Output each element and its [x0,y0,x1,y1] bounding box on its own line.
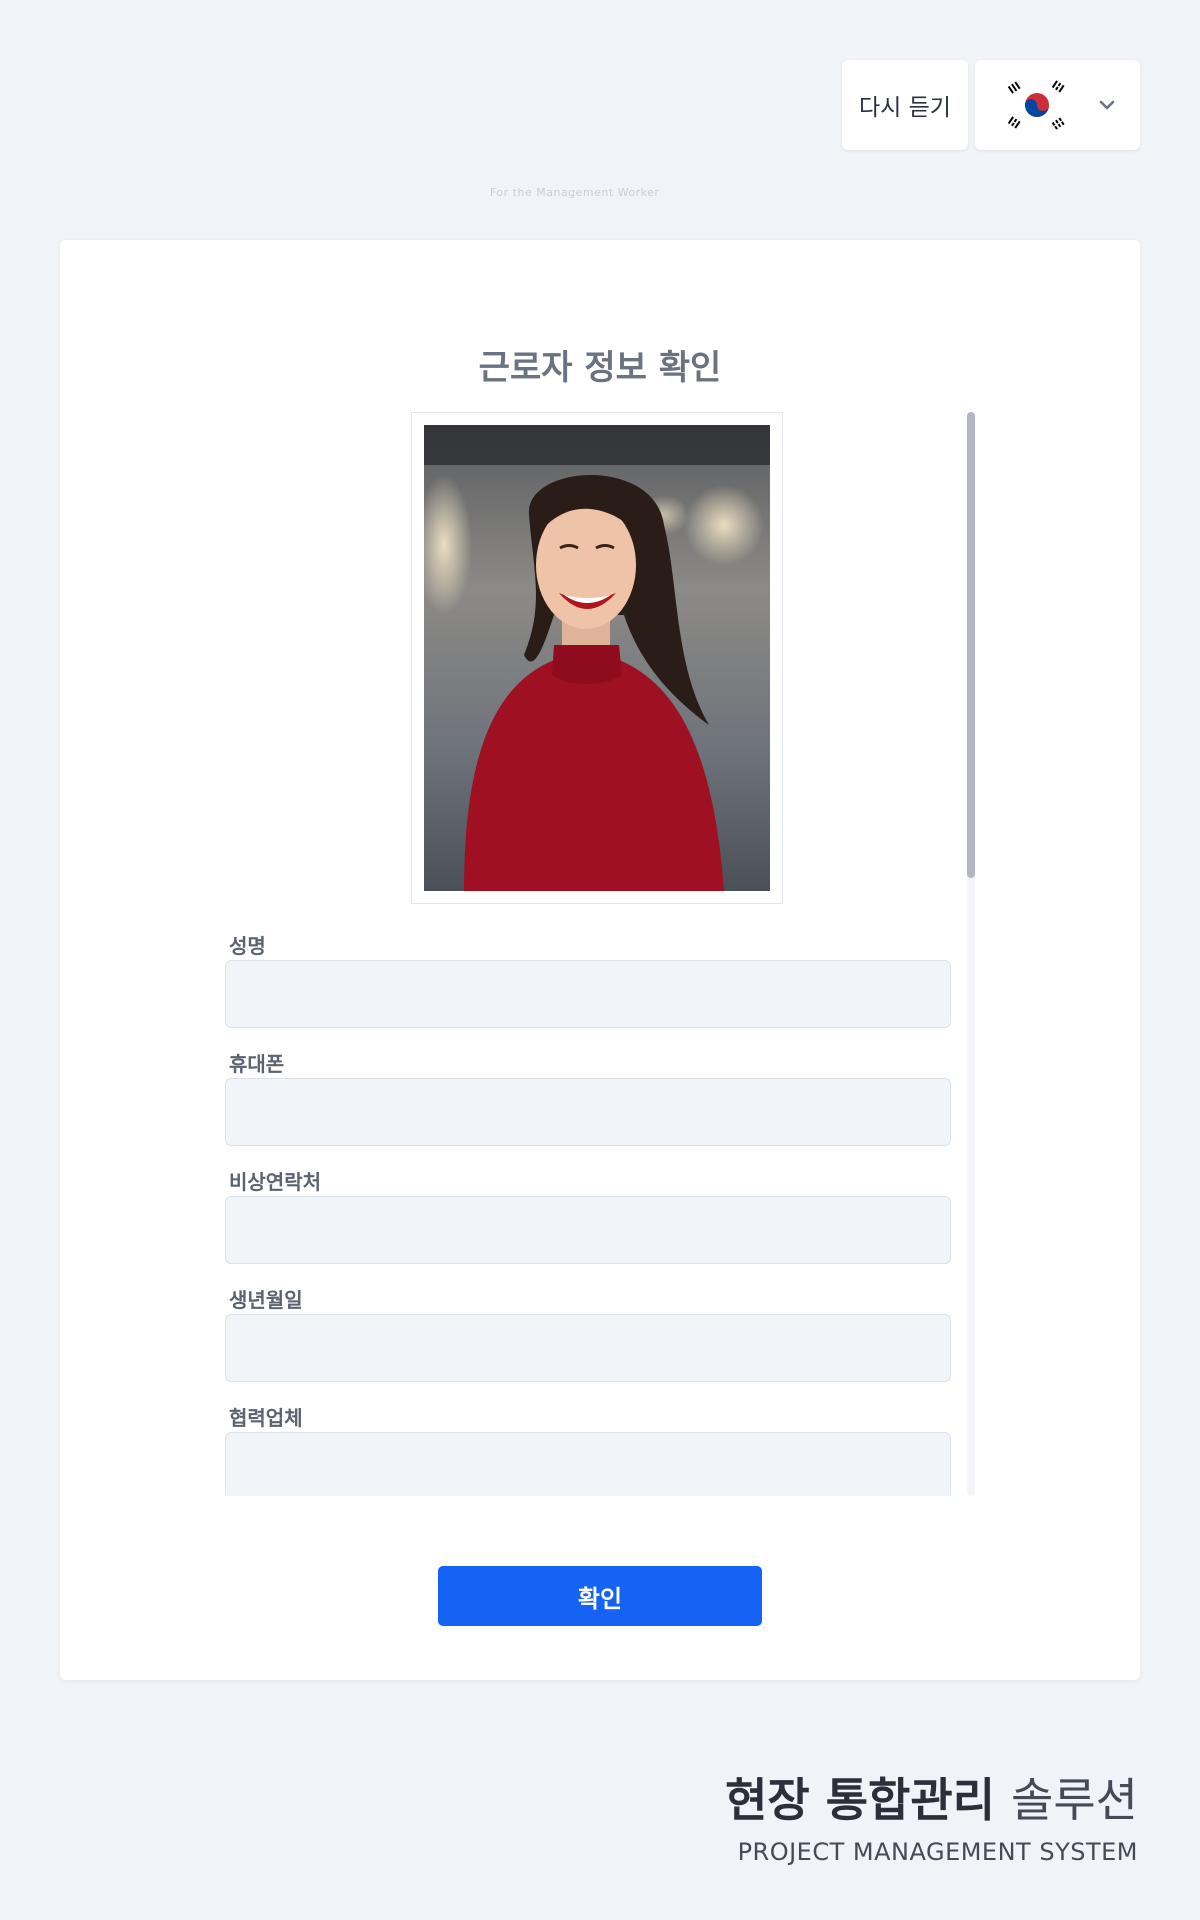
brand: 현장 통합관리 솔루션 PROJECT MANAGEMENT SYSTEM [725,1764,1138,1866]
confirm-button[interactable]: 확인 [438,1566,762,1626]
name-field[interactable] [225,960,951,1028]
top-controls: 다시 듣기 [842,60,1140,150]
emergency-contact-label: 비상연락처 [229,1170,321,1194]
form-scroll-area[interactable]: 성명 휴대폰 비상연락처 생년월일 협력업체 [225,412,975,1496]
faint-caption: For the Management Worker [490,186,660,199]
brand-title-light: 솔루션 [1011,1773,1138,1827]
scrollbar-thumb[interactable] [967,412,975,878]
worker-info-card: 근로자 정보 확인 성명 휴대폰 비상연락처 생년월일 협력업체 확인 [60,240,1140,1680]
chevron-down-icon [1099,100,1115,110]
brand-title-bold: 현장 통합관리 [725,1773,996,1827]
brand-subtitle: PROJECT MANAGEMENT SYSTEM [737,1838,1138,1866]
photo-frame [411,412,783,904]
name-label: 성명 [229,934,266,958]
brand-title: 현장 통합관리 솔루션 [725,1764,1138,1830]
birthdate-field[interactable] [225,1314,951,1382]
emergency-contact-field[interactable] [225,1196,951,1264]
language-select[interactable] [975,60,1140,150]
partner-company-field[interactable] [225,1432,951,1496]
scrollbar[interactable] [967,412,975,1496]
birthdate-label: 생년월일 [229,1288,303,1312]
phone-field[interactable] [225,1078,951,1146]
phone-label: 휴대폰 [229,1052,285,1076]
korea-flag-icon [997,75,1077,135]
page-title: 근로자 정보 확인 [478,348,722,388]
replay-button[interactable]: 다시 듣기 [842,60,968,150]
partner-company-label: 협력업체 [229,1406,303,1430]
worker-photo [424,425,770,891]
